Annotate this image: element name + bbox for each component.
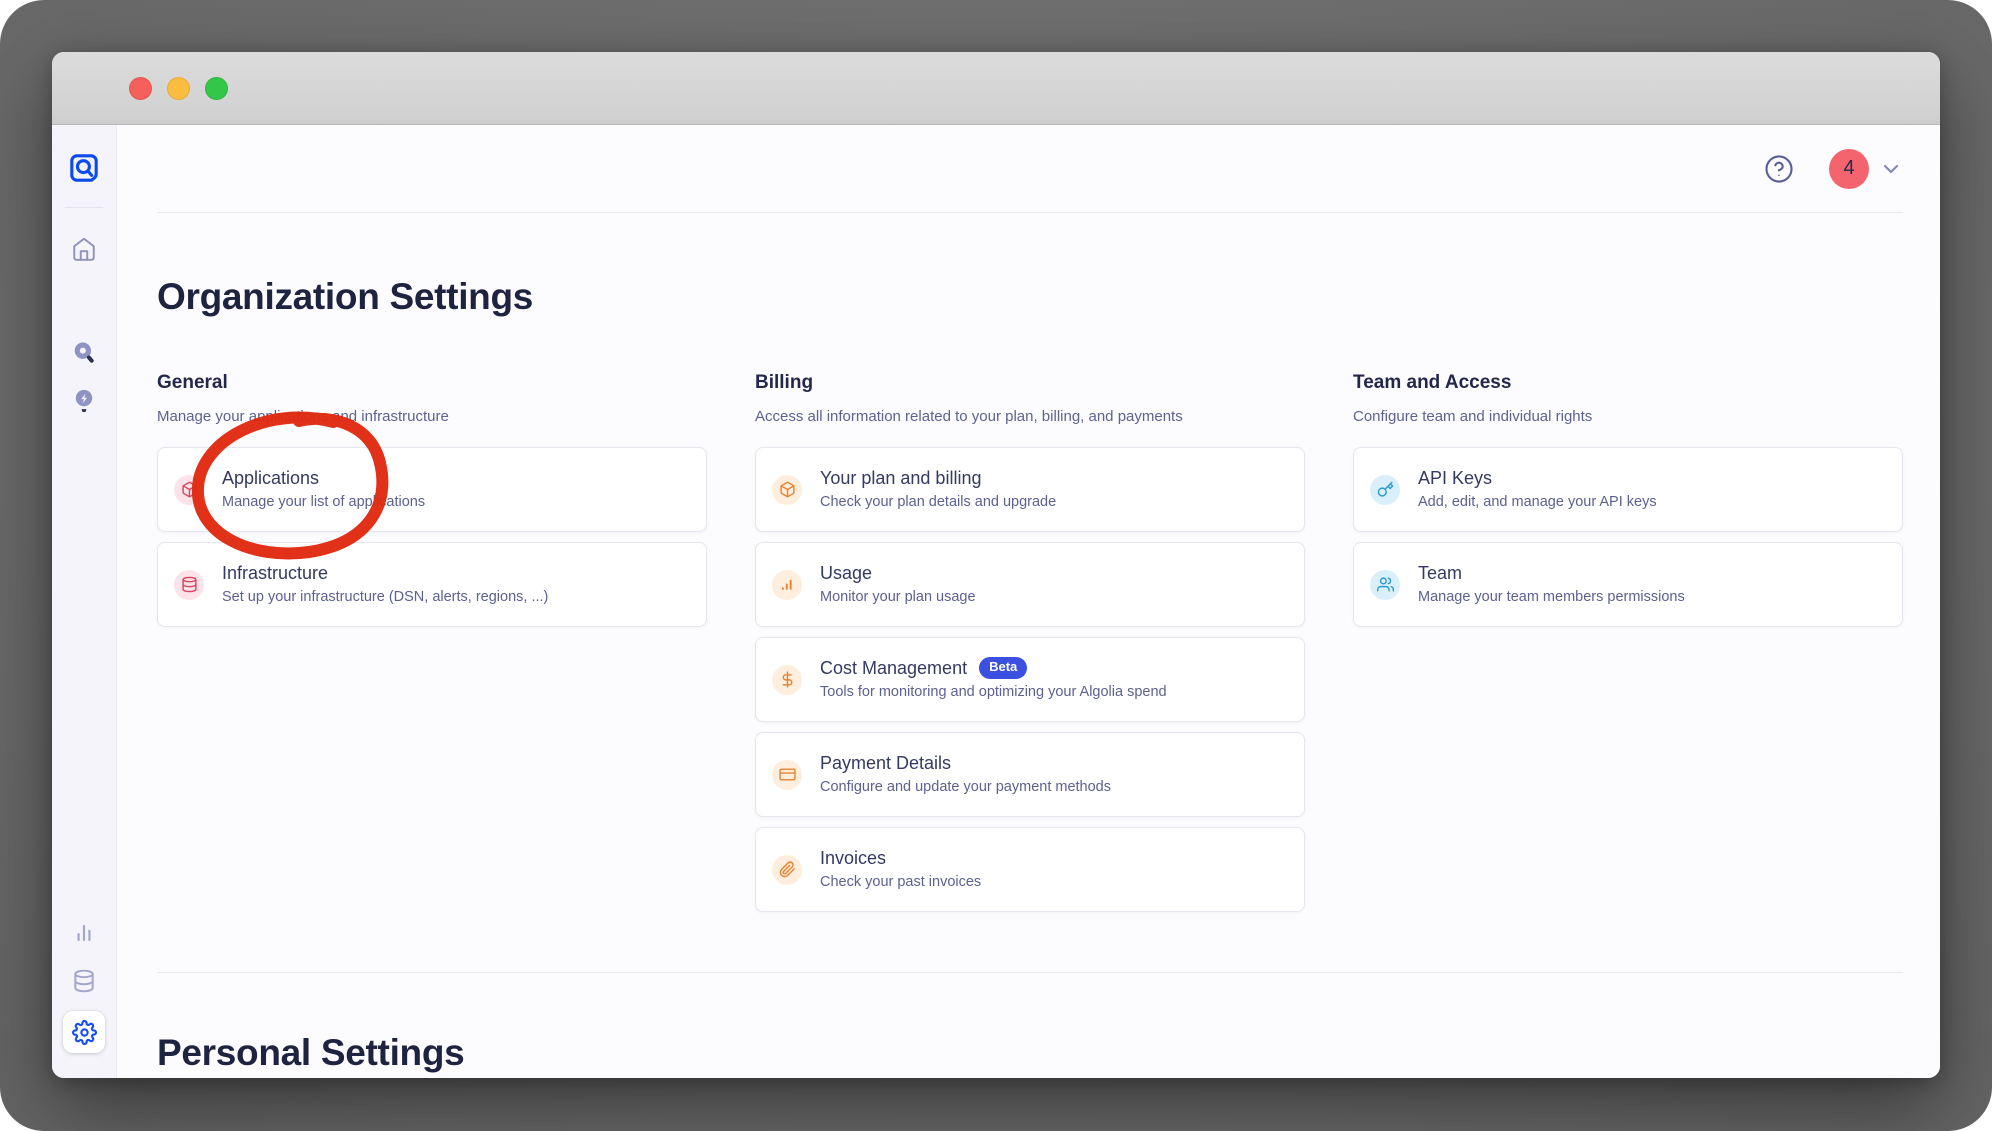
minimize-window-button[interactable] (167, 77, 190, 100)
database-icon (174, 570, 204, 600)
card-subtitle: Set up your infrastructure (DSN, alerts,… (222, 588, 548, 607)
help-circle-icon[interactable] (1764, 154, 1794, 184)
section-billing: Billing Access all information related t… (755, 371, 1305, 912)
card-title: Cost ManagementBeta (820, 657, 1167, 680)
settings-gear-icon[interactable] (63, 1011, 105, 1053)
analytics-icon[interactable] (70, 919, 98, 947)
avatar[interactable]: 4 (1829, 149, 1869, 189)
card-subtitle: Tools for monitoring and optimizing your… (820, 683, 1167, 702)
credit-card-icon (772, 760, 802, 790)
card-subtitle: Manage your team members permissions (1418, 588, 1685, 607)
section-team-and-access: Team and Access Configure team and indiv… (1353, 371, 1903, 627)
beta-badge: Beta (979, 657, 1027, 679)
card-title: Invoices (820, 847, 981, 870)
desktop-backdrop: 4 Organization Settings General Manage y… (0, 0, 1992, 1131)
card-subtitle: Check your past invoices (820, 873, 981, 892)
main-content: 4 Organization Settings General Manage y… (117, 125, 1940, 1078)
card-invoices[interactable]: Invoices Check your past invoices (755, 827, 1305, 912)
recommend-lightbulb-icon[interactable] (70, 387, 98, 415)
users-icon (1370, 570, 1400, 600)
data-icon[interactable] (70, 967, 98, 995)
card-usage[interactable]: Usage Monitor your plan usage (755, 542, 1305, 627)
dollar-icon (772, 665, 802, 695)
card-payment-details[interactable]: Payment Details Configure and update you… (755, 732, 1305, 817)
section-subtitle: Configure team and individual rights (1353, 406, 1903, 427)
page-title: Organization Settings (157, 275, 1903, 319)
close-window-button[interactable] (129, 77, 152, 100)
section-general: General Manage your applications and inf… (157, 371, 707, 627)
box-icon (772, 475, 802, 505)
sidebar-divider (65, 207, 103, 208)
search-icon[interactable] (70, 339, 98, 367)
card-subtitle: Manage your list of applications (222, 493, 425, 512)
card-title: API Keys (1418, 467, 1657, 490)
section-divider (157, 972, 1903, 973)
zoom-window-button[interactable] (205, 77, 228, 100)
section-subtitle: Manage your applications and infrastruct… (157, 406, 707, 427)
card-applications[interactable]: Applications Manage your list of applica… (157, 447, 707, 532)
card-subtitle: Configure and update your payment method… (820, 778, 1111, 797)
topbar: 4 (157, 125, 1903, 213)
avatar-count: 4 (1843, 157, 1854, 180)
settings-columns: General Manage your applications and inf… (157, 371, 1903, 912)
section-title: General (157, 371, 707, 396)
section-title: Billing (755, 371, 1305, 396)
card-cost-management[interactable]: Cost ManagementBeta Tools for monitoring… (755, 637, 1305, 722)
card-infrastructure[interactable]: Infrastructure Set up your infrastructur… (157, 542, 707, 627)
app-window: 4 Organization Settings General Manage y… (52, 52, 1940, 1078)
chevron-down-icon[interactable] (1879, 157, 1903, 181)
window-titlebar[interactable] (52, 52, 1940, 125)
card-title: Usage (820, 562, 976, 585)
section-subtitle: Access all information related to your p… (755, 406, 1305, 427)
card-title: Your plan and billing (820, 467, 1056, 490)
card-subtitle: Monitor your plan usage (820, 588, 976, 607)
card-title: Payment Details (820, 752, 1111, 775)
key-icon (1370, 475, 1400, 505)
section-title: Team and Access (1353, 371, 1903, 396)
card-title: Team (1418, 562, 1685, 585)
box-icon (174, 475, 204, 505)
card-api-keys[interactable]: API Keys Add, edit, and manage your API … (1353, 447, 1903, 532)
card-your-plan-and-billing[interactable]: Your plan and billing Check your plan de… (755, 447, 1305, 532)
sidebar (52, 125, 117, 1078)
card-team[interactable]: Team Manage your team members permission… (1353, 542, 1903, 627)
home-icon[interactable] (70, 235, 98, 263)
bar-chart-icon (772, 570, 802, 600)
card-title: Applications (222, 467, 425, 490)
card-subtitle: Check your plan details and upgrade (820, 493, 1056, 512)
personal-settings-title: Personal Settings (157, 1031, 1903, 1075)
paperclip-icon (772, 855, 802, 885)
card-title: Infrastructure (222, 562, 548, 585)
algolia-logo[interactable] (66, 150, 102, 186)
card-subtitle: Add, edit, and manage your API keys (1418, 493, 1657, 512)
